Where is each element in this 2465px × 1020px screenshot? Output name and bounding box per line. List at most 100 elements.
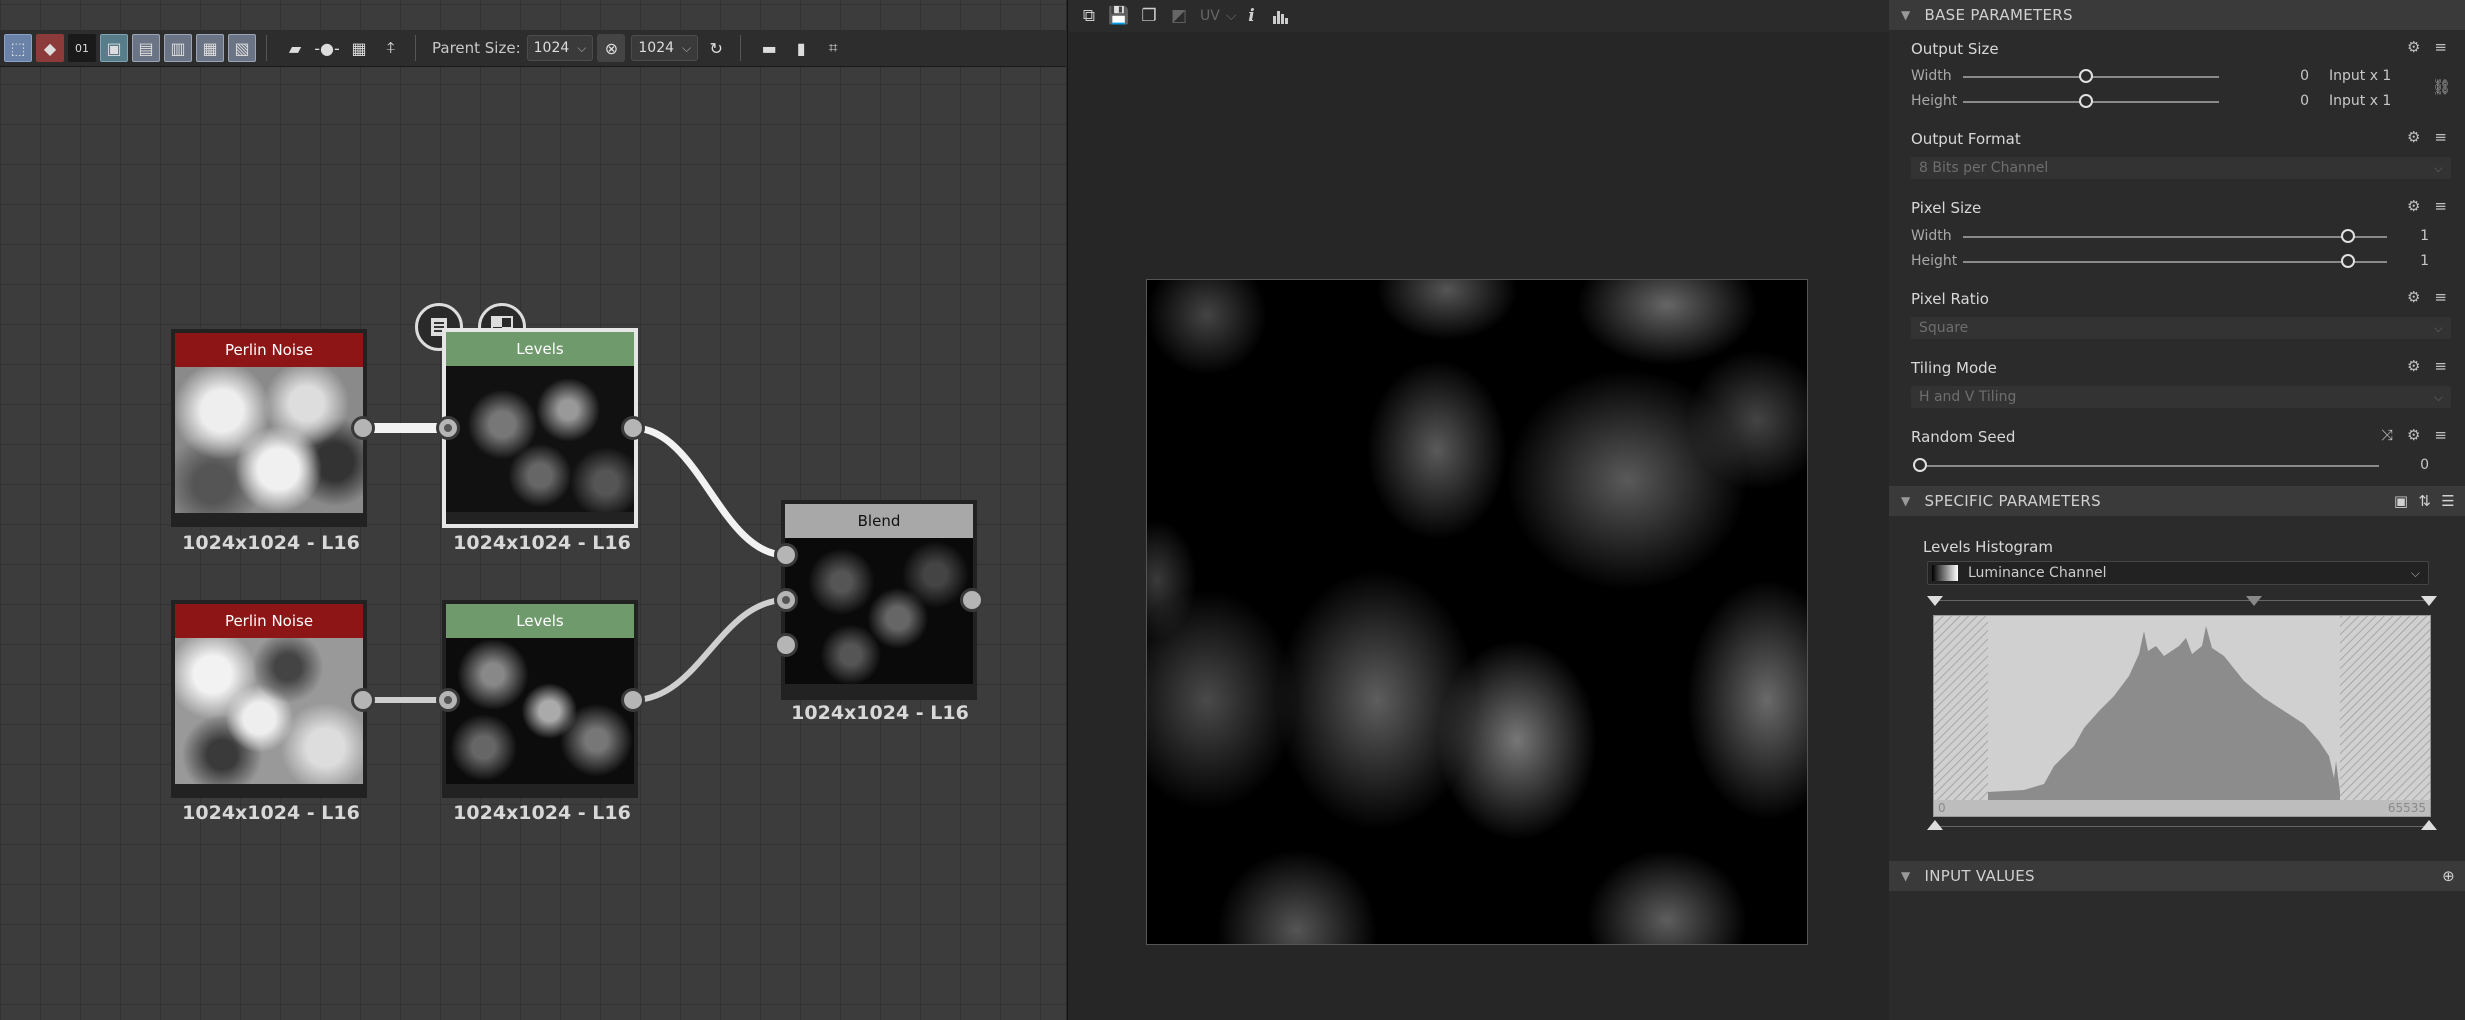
paint-bucket-icon[interactable]: ◆ (36, 34, 64, 62)
inheritance-icon[interactable]: ⚙ (2407, 288, 2420, 306)
output-port[interactable] (351, 688, 375, 712)
2d-viewer-panel[interactable]: ⧉ 💾 ❐ ◩ UV ⌵ i (1067, 0, 1890, 1020)
export-icon[interactable]: ⧉ (1074, 2, 1104, 30)
counter-icon[interactable]: 01 (68, 34, 96, 62)
output-port[interactable] (960, 588, 984, 612)
tiling-mode-title: Tiling Mode (1911, 359, 1997, 377)
group-icons: ⚙ ≡ (2407, 128, 2447, 146)
histogram-icon[interactable] (1266, 2, 1296, 30)
copy-icon[interactable]: ❐ (1134, 2, 1164, 30)
node-title: Levels (446, 332, 634, 366)
output-width-slider-knob[interactable] (2079, 69, 2093, 83)
width-size-select[interactable]: 1024 ⌵ (526, 35, 594, 61)
height-size-select[interactable]: 1024 ⌵ (631, 35, 699, 61)
frame-tool-icon[interactable]: ▣ (100, 34, 128, 62)
menu-icon[interactable]: ≡ (2434, 128, 2447, 146)
frame-node-icon[interactable]: ▦ (345, 34, 373, 62)
specific-parameters-header[interactable]: ▼ SPECIFIC PARAMETERS ▣ ⇅ ☰ (1889, 486, 2465, 516)
menu-icon[interactable]: ≡ (2434, 357, 2447, 375)
inheritance-icon[interactable]: ⚙ (2407, 357, 2420, 375)
inheritance-icon[interactable]: ⚙ (2407, 128, 2420, 146)
pixel-height-value[interactable]: 1 (2369, 253, 2429, 269)
properties-panel[interactable]: ▼ BASE PARAMETERS Output Size ⚙ ≡ Width … (1889, 0, 2465, 1020)
levels-node-selected[interactable]: Levels (442, 328, 638, 528)
inheritance-icon[interactable]: ⚙ (2407, 426, 2420, 444)
texture-preview[interactable] (1146, 279, 1808, 945)
align-right-icon[interactable]: ▦ (196, 34, 224, 62)
output-black-handle[interactable] (1927, 820, 1943, 830)
align-center-icon[interactable]: ▥ (164, 34, 192, 62)
input-port[interactable] (436, 688, 460, 712)
random-seed-value[interactable]: 0 (2369, 457, 2429, 473)
dot-node-icon[interactable]: -●- (313, 34, 341, 62)
pixel-height-slider-track[interactable] (1963, 261, 2387, 263)
align-top-icon[interactable]: ▧ (228, 34, 256, 62)
pixel-ratio-dropdown[interactable]: Square ⌵ (1911, 317, 2451, 339)
levels-histogram-title: Levels Histogram (1923, 538, 2053, 556)
connect-horizontal-icon[interactable]: ▬ (755, 34, 783, 62)
output-height-value[interactable]: 0 (2249, 93, 2309, 109)
input-port[interactable] (436, 416, 460, 440)
link-ratio-icon[interactable]: ⛓ (2432, 78, 2451, 96)
output-height-slider-knob[interactable] (2079, 94, 2093, 108)
pixel-width-slider-track[interactable] (1963, 236, 2387, 238)
comment-icon[interactable]: ▰ (281, 34, 309, 62)
opacity-input-port[interactable] (774, 633, 798, 657)
save-icon[interactable]: 💾 (1104, 2, 1134, 30)
input-gamma-handle[interactable] (2246, 596, 2262, 606)
menu-icon[interactable]: ≡ (2434, 426, 2447, 444)
output-format-dropdown[interactable]: 8 Bits per Channel ⌵ (1911, 157, 2451, 179)
foreground-input-port[interactable] (774, 543, 798, 567)
connect-vertical-icon[interactable]: ▮ (787, 34, 815, 62)
node-thumbnail (175, 367, 363, 513)
info-icon[interactable]: i (1236, 2, 1266, 30)
menu-icon[interactable]: ≡ (2434, 197, 2447, 215)
settings-sliders-icon[interactable]: ☰ (2441, 492, 2455, 510)
input-values-header[interactable]: ▼ INPUT VALUES ⊕ (1889, 861, 2465, 891)
base-parameters-header[interactable]: ▼ BASE PARAMETERS (1889, 0, 2465, 30)
uv-label[interactable]: UV (1200, 8, 1220, 24)
input-white-handle[interactable] (2421, 596, 2437, 606)
output-port[interactable] (351, 416, 375, 440)
inheritance-icon[interactable]: ⚙ (2407, 38, 2420, 56)
output-width-value[interactable]: 0 (2249, 68, 2309, 84)
menu-icon[interactable]: ≡ (2434, 288, 2447, 306)
graph-panel[interactable]: ⬚ ◆ 01 ▣ ▤ ▥ ▦ ▧ ▰ -●- ▦ ⍏ Parent Size: … (0, 0, 1066, 1020)
preset-icon[interactable]: ▣ (2394, 492, 2408, 510)
menu-icon[interactable]: ≡ (2434, 38, 2447, 56)
shuffle-icon[interactable]: ⤨ (2381, 426, 2393, 444)
perlin-noise-node[interactable]: Perlin Noise (171, 600, 367, 798)
levels-node[interactable]: Levels (442, 600, 638, 798)
histogram-graph (1934, 616, 2430, 816)
pixel-width-value[interactable]: 1 (2369, 228, 2429, 244)
select-tool-icon[interactable]: ⬚ (4, 34, 32, 62)
height-label: Height (1911, 93, 1958, 109)
pin-icon[interactable]: ⍏ (377, 34, 405, 62)
perlin-noise-node[interactable]: Perlin Noise (171, 329, 367, 527)
output-port[interactable] (621, 416, 645, 440)
node-thumbnail (446, 366, 634, 512)
toolbar-separator (415, 35, 416, 61)
output-white-handle[interactable] (2421, 820, 2437, 830)
chevron-down-icon: ⌵ (2410, 565, 2420, 580)
random-seed-slider-knob[interactable] (1913, 458, 1927, 472)
output-port[interactable] (621, 688, 645, 712)
tiling-mode-dropdown[interactable]: H and V Tiling ⌵ (1911, 386, 2451, 408)
chevron-down-icon: ▼ (1901, 8, 1911, 22)
refresh-icon[interactable]: ↻ (702, 34, 730, 62)
random-seed-slider-track[interactable] (1919, 465, 2379, 467)
blend-node[interactable]: Blend (781, 500, 977, 700)
tiling-icon[interactable]: ◩ (1164, 2, 1194, 30)
background-input-port[interactable] (774, 588, 798, 612)
add-icon[interactable]: ⊕ (2442, 867, 2455, 885)
crop-icon[interactable]: ⌗ (819, 34, 847, 62)
node-title: Perlin Noise (175, 333, 363, 367)
link-size-icon[interactable]: ⊗ (597, 34, 626, 62)
auto-level-icon[interactable]: ⇅ (2418, 492, 2431, 510)
input-black-handle[interactable] (1927, 596, 1943, 606)
pixel-height-slider-knob[interactable] (2341, 254, 2355, 268)
inheritance-icon[interactable]: ⚙ (2407, 197, 2420, 215)
channel-dropdown[interactable]: Luminance Channel ⌵ (1927, 561, 2429, 585)
align-left-icon[interactable]: ▤ (132, 34, 160, 62)
pixel-width-slider-knob[interactable] (2341, 229, 2355, 243)
